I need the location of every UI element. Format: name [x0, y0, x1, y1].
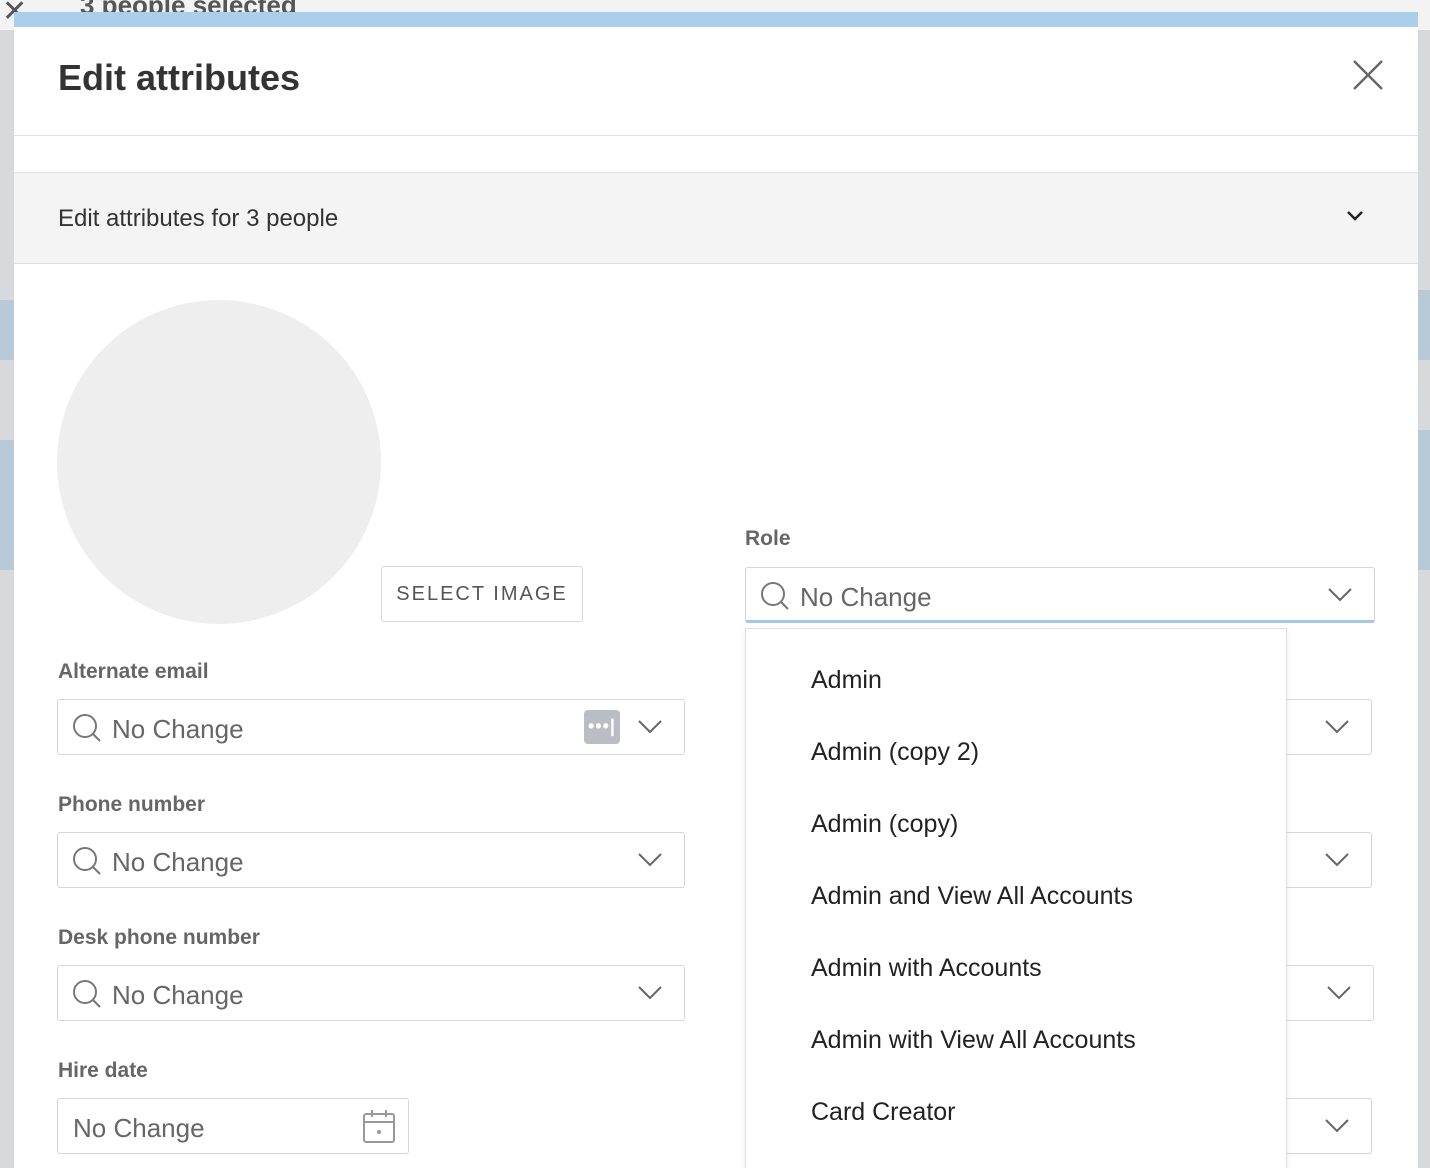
- alternate-email-field[interactable]: No Change •••|: [57, 699, 685, 755]
- role-option[interactable]: Card Creator: [746, 1076, 1286, 1148]
- role-value: No Change: [800, 582, 932, 612]
- role-label: Role: [745, 527, 791, 550]
- background-row-highlight: [0, 300, 14, 360]
- role-option[interactable]: Admin (copy): [746, 788, 1286, 860]
- edit-attributes-modal: Edit attributes Edit attributes for 3 pe…: [14, 12, 1418, 1168]
- right-column-field[interactable]: [1284, 1098, 1372, 1154]
- chevron-down-icon[interactable]: [1325, 853, 1349, 867]
- role-option[interactable]: Admin with View All Accounts: [746, 1004, 1286, 1076]
- more-options-button[interactable]: •••|: [584, 710, 620, 744]
- role-field[interactable]: No Change: [745, 567, 1375, 623]
- alternate-email-label: Alternate email: [58, 660, 209, 683]
- background-row-highlight: [1418, 430, 1430, 570]
- chevron-down-icon[interactable]: [1325, 1119, 1349, 1133]
- role-dropdown-menu: Admin Admin (copy 2) Admin (copy) Admin …: [745, 628, 1287, 1168]
- phone-number-field[interactable]: No Change: [57, 832, 685, 888]
- alternate-email-value: No Change: [112, 714, 244, 744]
- role-option[interactable]: Admin (copy 2): [746, 716, 1286, 788]
- more-dots-icon: •••|: [588, 716, 616, 736]
- chevron-down-icon: [1347, 211, 1363, 221]
- search-icon: [73, 980, 101, 1008]
- role-option[interactable]: Admin with Accounts: [746, 932, 1286, 1004]
- background-row-highlight: [0, 440, 14, 570]
- right-column-field[interactable]: [1284, 965, 1374, 1021]
- phone-number-value: No Change: [112, 847, 244, 877]
- chevron-down-icon[interactable]: [1328, 588, 1352, 602]
- calendar-icon[interactable]: [362, 1108, 396, 1144]
- right-column-field[interactable]: [1284, 699, 1372, 755]
- desk-phone-number-label: Desk phone number: [58, 926, 260, 949]
- select-image-button[interactable]: SELECT IMAGE: [381, 566, 583, 622]
- phone-number-label: Phone number: [58, 793, 206, 816]
- section-label: Edit attributes for 3 people: [58, 205, 339, 232]
- modal-title: Edit attributes: [58, 57, 301, 98]
- background-left-strip: [0, 30, 14, 1168]
- desk-phone-number-field[interactable]: No Change: [57, 965, 685, 1021]
- close-icon: [1353, 60, 1383, 90]
- role-options-list: Admin Admin (copy 2) Admin (copy) Admin …: [746, 644, 1286, 1148]
- close-button[interactable]: [1350, 57, 1386, 93]
- modal-accent-bar: [14, 12, 1418, 27]
- chevron-down-icon[interactable]: [638, 986, 662, 1000]
- chevron-down-icon[interactable]: [638, 853, 662, 867]
- desk-phone-number-value: No Change: [112, 980, 244, 1010]
- search-icon: [761, 582, 789, 610]
- search-icon: [73, 847, 101, 875]
- chevron-down-icon[interactable]: [638, 720, 662, 734]
- avatar-placeholder: [57, 300, 381, 624]
- section-toggle[interactable]: Edit attributes for 3 people: [14, 172, 1418, 264]
- role-option[interactable]: Admin: [746, 644, 1286, 716]
- right-column-field[interactable]: [1284, 832, 1372, 888]
- role-option[interactable]: Admin and View All Accounts: [746, 860, 1286, 932]
- background-row-highlight: [1418, 290, 1430, 360]
- chevron-down-icon[interactable]: [1327, 986, 1351, 1000]
- chevron-down-icon[interactable]: [1325, 720, 1349, 734]
- search-icon: [73, 714, 101, 742]
- background-right-strip: [1418, 30, 1430, 1168]
- hire-date-value: No Change: [73, 1113, 205, 1143]
- modal-header: Edit attributes: [14, 27, 1418, 136]
- hire-date-field[interactable]: No Change: [57, 1098, 409, 1154]
- hire-date-label: Hire date: [58, 1059, 148, 1082]
